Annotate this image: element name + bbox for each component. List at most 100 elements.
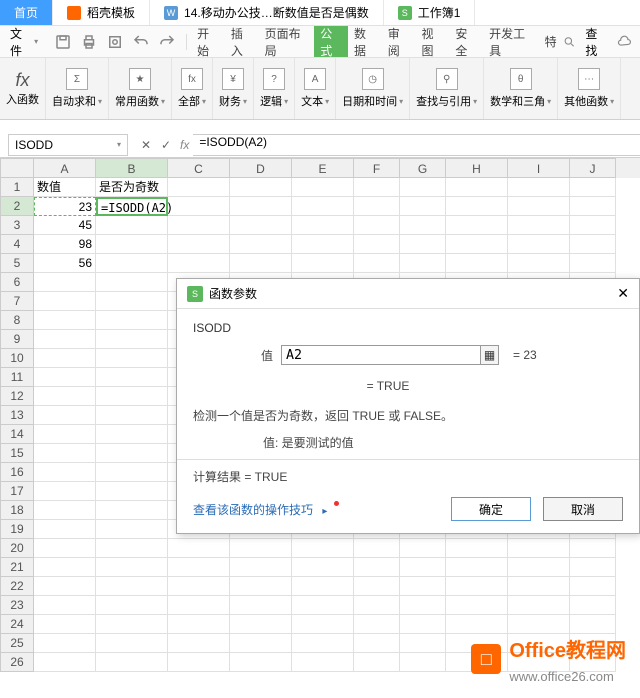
cell[interactable] <box>292 197 354 216</box>
row-header[interactable]: 18 <box>0 501 34 520</box>
cell[interactable]: 98 <box>34 235 96 254</box>
cell[interactable] <box>96 596 168 615</box>
cell[interactable] <box>292 615 354 634</box>
cell[interactable] <box>96 539 168 558</box>
ok-button[interactable]: 确定 <box>451 497 531 521</box>
cell[interactable] <box>570 596 616 615</box>
cell[interactable] <box>34 349 96 368</box>
cell[interactable] <box>230 558 292 577</box>
cell[interactable] <box>400 615 446 634</box>
cell[interactable] <box>168 615 230 634</box>
cell[interactable] <box>446 596 508 615</box>
cell[interactable] <box>34 577 96 596</box>
cell[interactable] <box>570 558 616 577</box>
cell[interactable] <box>96 235 168 254</box>
cell[interactable] <box>34 463 96 482</box>
row-header[interactable]: 13 <box>0 406 34 425</box>
row-header[interactable]: 23 <box>0 596 34 615</box>
cell[interactable] <box>34 273 96 292</box>
cell[interactable] <box>34 311 96 330</box>
file-menu[interactable]: 文件 ▾ <box>0 25 48 59</box>
cell[interactable] <box>230 653 292 672</box>
row-header[interactable]: 19 <box>0 520 34 539</box>
cancel-formula-icon[interactable]: ✕ <box>136 138 156 152</box>
cell[interactable] <box>292 216 354 235</box>
menu-layout[interactable]: 页面布局 <box>259 26 315 57</box>
cell[interactable] <box>508 178 570 197</box>
row-header[interactable]: 11 <box>0 368 34 387</box>
cell[interactable] <box>230 539 292 558</box>
cell[interactable] <box>96 387 168 406</box>
row-header[interactable]: 25 <box>0 634 34 653</box>
cell[interactable] <box>446 178 508 197</box>
cell[interactable] <box>96 273 168 292</box>
cell[interactable]: =ISODD(A2) <box>96 197 168 216</box>
cell[interactable] <box>508 216 570 235</box>
cell[interactable] <box>96 463 168 482</box>
cell[interactable] <box>96 520 168 539</box>
col-G[interactable]: G <box>400 158 446 178</box>
cell[interactable] <box>292 653 354 672</box>
cell[interactable] <box>96 254 168 273</box>
cell[interactable] <box>292 235 354 254</box>
col-H[interactable]: H <box>446 158 508 178</box>
cell[interactable] <box>96 349 168 368</box>
search-label[interactable]: 查找 <box>585 25 607 59</box>
accept-formula-icon[interactable]: ✓ <box>156 138 176 152</box>
cell[interactable] <box>230 178 292 197</box>
cell[interactable] <box>96 482 168 501</box>
row-header[interactable]: 9 <box>0 330 34 349</box>
cell[interactable] <box>400 197 446 216</box>
help-link[interactable]: 查看该函数的操作技巧 ▸ <box>193 501 339 518</box>
redo-icon[interactable] <box>158 33 176 51</box>
menu-data[interactable]: 数据 <box>348 26 382 57</box>
menu-start[interactable]: 开始 <box>191 26 225 57</box>
print-icon[interactable] <box>80 33 98 51</box>
cell[interactable] <box>570 577 616 596</box>
row-header[interactable]: 12 <box>0 387 34 406</box>
search-icon[interactable] <box>563 35 576 49</box>
cell[interactable] <box>570 197 616 216</box>
cell[interactable] <box>230 577 292 596</box>
row-header[interactable]: 6 <box>0 273 34 292</box>
cell[interactable] <box>354 615 400 634</box>
row-header[interactable]: 3 <box>0 216 34 235</box>
fx-icon[interactable]: fx <box>176 138 193 152</box>
cell[interactable] <box>570 178 616 197</box>
row-header[interactable]: 1 <box>0 178 34 197</box>
row-header[interactable]: 4 <box>0 235 34 254</box>
row-header[interactable]: 14 <box>0 425 34 444</box>
row-header[interactable]: 26 <box>0 653 34 672</box>
cell[interactable] <box>230 634 292 653</box>
cell[interactable] <box>230 615 292 634</box>
cell[interactable] <box>508 615 570 634</box>
ribbon-financial[interactable]: ¥ 财务▾ <box>213 58 254 119</box>
cell[interactable] <box>96 292 168 311</box>
menu-view[interactable]: 视图 <box>416 26 450 57</box>
cell[interactable] <box>96 577 168 596</box>
ribbon-insert-fn[interactable]: fx 入函数 <box>0 58 46 119</box>
col-J[interactable]: J <box>570 158 616 178</box>
cell[interactable] <box>168 653 230 672</box>
cell[interactable] <box>230 254 292 273</box>
cell[interactable]: 是否为奇数 <box>96 178 168 197</box>
row-header[interactable]: 5 <box>0 254 34 273</box>
cell[interactable] <box>34 558 96 577</box>
cell[interactable] <box>508 558 570 577</box>
cell[interactable] <box>292 558 354 577</box>
cell[interactable] <box>96 634 168 653</box>
formula-input[interactable]: =ISODD(A2) <box>193 134 640 156</box>
undo-icon[interactable] <box>132 33 150 51</box>
cell[interactable] <box>96 558 168 577</box>
cell[interactable] <box>570 216 616 235</box>
ribbon-all[interactable]: fx 全部▾ <box>172 58 213 119</box>
cell[interactable] <box>354 254 400 273</box>
cell[interactable] <box>292 596 354 615</box>
cell[interactable] <box>570 254 616 273</box>
cell[interactable] <box>34 615 96 634</box>
cell[interactable] <box>354 178 400 197</box>
row-header[interactable]: 2 <box>0 197 34 216</box>
col-E[interactable]: E <box>292 158 354 178</box>
row-header[interactable]: 20 <box>0 539 34 558</box>
cell[interactable]: 23 <box>34 197 96 216</box>
